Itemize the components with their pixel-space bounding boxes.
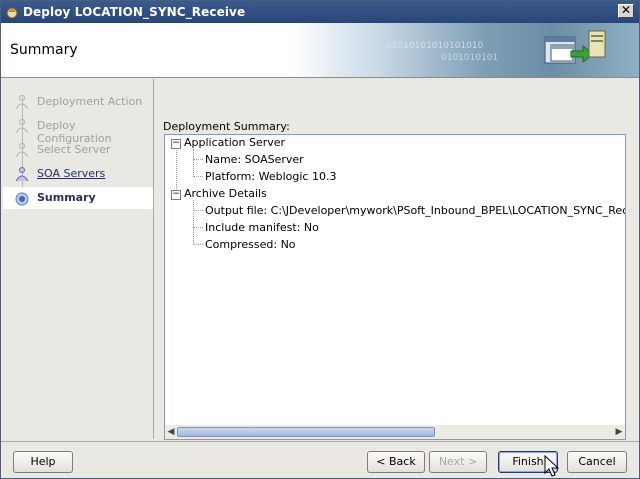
- tree-connector: [193, 227, 203, 228]
- cancel-button[interactable]: Cancel: [567, 451, 627, 473]
- scroll-right-icon[interactable]: ▶: [614, 427, 624, 437]
- banner-decoration: 01010101010101010: [386, 41, 484, 51]
- tree-leaf-include-manifest[interactable]: Include manifest: No: [205, 221, 319, 234]
- step-person-icon: [15, 95, 29, 110]
- scroll-left-icon[interactable]: ◀: [166, 427, 176, 437]
- step-person-icon: [15, 143, 29, 158]
- scrollbar-thumb[interactable]: [177, 427, 435, 437]
- step-label: Summary: [37, 191, 96, 204]
- collapse-toggle-icon[interactable]: −: [171, 190, 181, 200]
- banner-decoration: 0101010101: [441, 53, 499, 63]
- next-button[interactable]: Next >: [429, 451, 487, 473]
- step-deployment-action: Deployment Action: [3, 91, 153, 113]
- app-icon: [6, 7, 18, 19]
- tree-connector: [193, 210, 203, 211]
- tree-node-application-server[interactable]: Application Server: [184, 136, 285, 149]
- tree-connector: [193, 200, 194, 243]
- step-person-icon: [15, 167, 29, 182]
- back-button[interactable]: < Back: [367, 451, 425, 473]
- deploy-dialog: Deploy LOCATION_SYNC_Receive ✕ Summary 0…: [0, 0, 640, 479]
- wizard-steps-panel: Deployment Action Deploy Configuration S…: [3, 79, 154, 439]
- dialog-header: Summary 01010101010101010 0101010101: [1, 23, 639, 77]
- step-deploy-configuration: Deploy Configuration: [3, 115, 153, 145]
- close-button[interactable]: ✕: [618, 4, 634, 18]
- tree-connector: [193, 244, 203, 245]
- header-banner: 01010101010101010 0101010101: [291, 23, 639, 77]
- tree-connector: [193, 176, 203, 177]
- tree-connector: [193, 149, 194, 175]
- window-title: Deploy LOCATION_SYNC_Receive: [23, 5, 246, 19]
- header-separator: [1, 77, 639, 78]
- mouse-pointer-icon: [544, 455, 560, 477]
- step-select-server: Select Server: [3, 139, 153, 161]
- tree-leaf-output-file[interactable]: Output file: C:\JDeveloper\mywork\PSoft_…: [205, 204, 625, 217]
- step-label: Deployment Action: [37, 95, 143, 108]
- title-bar[interactable]: Deploy LOCATION_SYNC_Receive ✕: [1, 1, 639, 23]
- collapse-toggle-icon[interactable]: −: [171, 139, 181, 149]
- tree-node-archive-details[interactable]: Archive Details: [184, 187, 267, 200]
- tree-leaf-platform[interactable]: Platform: Weblogic 10.3: [205, 170, 336, 183]
- deployment-summary-tree[interactable]: − Application Server Name: SOAServer Pla…: [164, 134, 626, 440]
- horizontal-scrollbar[interactable]: ◀ ▶: [165, 425, 625, 439]
- tree-leaf-compressed[interactable]: Compressed: No: [205, 238, 296, 251]
- step-person-icon: [15, 119, 29, 134]
- step-label[interactable]: SOA Servers: [37, 167, 105, 180]
- current-step-icon: [15, 192, 29, 206]
- help-button[interactable]: Help: [13, 451, 73, 473]
- step-soa-servers[interactable]: SOA Servers: [3, 163, 153, 185]
- page-title: Summary: [10, 42, 78, 58]
- tree-leaf-server-name[interactable]: Name: SOAServer: [205, 153, 304, 166]
- deploy-icon: [544, 30, 606, 64]
- step-label: Select Server: [37, 143, 111, 156]
- tree-connector: [193, 159, 203, 160]
- footer-separator: [1, 441, 639, 442]
- step-summary[interactable]: Summary: [3, 187, 153, 209]
- deployment-summary-label: Deployment Summary:: [163, 120, 290, 133]
